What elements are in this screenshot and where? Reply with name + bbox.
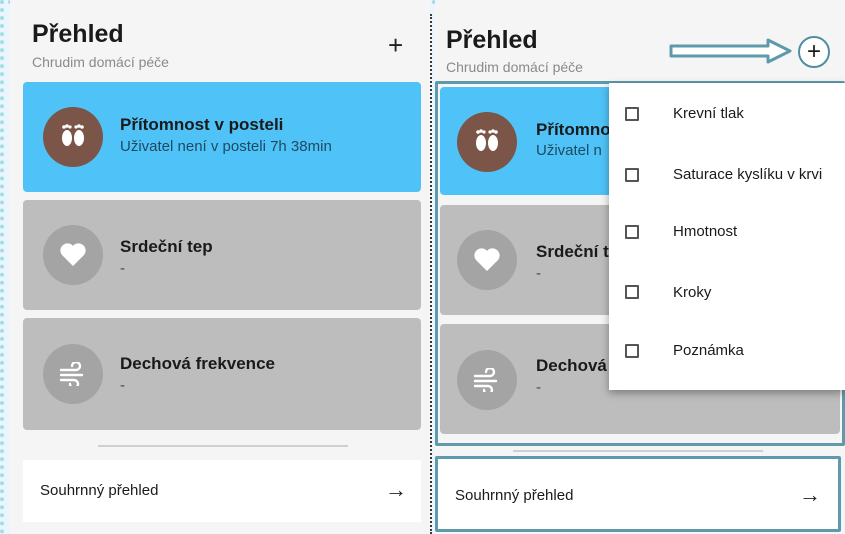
summary-row[interactable]: Souhrnný přehled →: [23, 460, 421, 522]
summary-label: Souhrnný přehled: [40, 482, 159, 499]
arrow-right-icon: →: [385, 477, 407, 502]
page-title: Přehled: [446, 26, 538, 54]
card-title: Dechová frekvence: [120, 354, 275, 373]
feet-icon: [43, 107, 103, 167]
menu-item-label: Saturace kyslíku v krvi: [673, 166, 823, 183]
scroll-indicator: [513, 450, 763, 452]
menu-item-blood-pressure[interactable]: Krevní tlak: [609, 89, 845, 139]
scroll-indicator: [98, 445, 348, 447]
menu-item-label: Hmotnost: [673, 223, 738, 240]
panel-divider: [430, 14, 432, 534]
card-bed-presence[interactable]: Přítomnost v posteli Uživatel není v pos…: [23, 82, 421, 192]
add-button[interactable]: +: [798, 36, 830, 68]
checkbox[interactable]: [625, 344, 639, 358]
card-title: Srdeční tep: [120, 237, 213, 256]
page-title: Přehled: [32, 20, 124, 48]
card-title: Přítomnost v posteli: [120, 115, 284, 134]
menu-item-steps[interactable]: Kroky: [609, 269, 845, 319]
card-breathing-rate[interactable]: Dechová frekvence -: [23, 318, 421, 430]
left-screen: Přehled Chrudim domácí péče + Přítomnost…: [10, 0, 430, 534]
annotation-arrow-icon: [669, 38, 792, 64]
page-subtitle: Chrudim domácí péče: [32, 54, 169, 70]
card-heart-rate[interactable]: Srdeční tep -: [23, 200, 421, 310]
menu-item-oxygen-saturation[interactable]: Saturace kyslíku v krvi: [609, 150, 845, 200]
add-widget-menu: Krevní tlak Saturace kyslíku v krvi Hmot…: [609, 83, 845, 390]
add-button[interactable]: +: [388, 32, 403, 58]
card-subtitle: -: [120, 377, 125, 394]
wind-icon: [43, 344, 103, 404]
checkbox[interactable]: [625, 107, 639, 121]
heart-icon: [43, 225, 103, 285]
checkbox[interactable]: [625, 225, 639, 239]
checkbox[interactable]: [625, 168, 639, 182]
card-subtitle: -: [120, 260, 125, 277]
menu-item-label: Kroky: [673, 284, 712, 301]
page-subtitle: Chrudim domácí péče: [446, 59, 583, 75]
card-subtitle: Uživatel není v posteli 7h 38min: [120, 138, 332, 155]
summary-highlight-frame: [435, 456, 841, 532]
menu-item-label: Krevní tlak: [673, 105, 744, 122]
menu-item-weight[interactable]: Hmotnost: [609, 209, 845, 259]
checkbox[interactable]: [625, 285, 639, 299]
menu-item-note[interactable]: Poznámka: [609, 328, 845, 378]
menu-item-label: Poznámka: [673, 342, 744, 359]
